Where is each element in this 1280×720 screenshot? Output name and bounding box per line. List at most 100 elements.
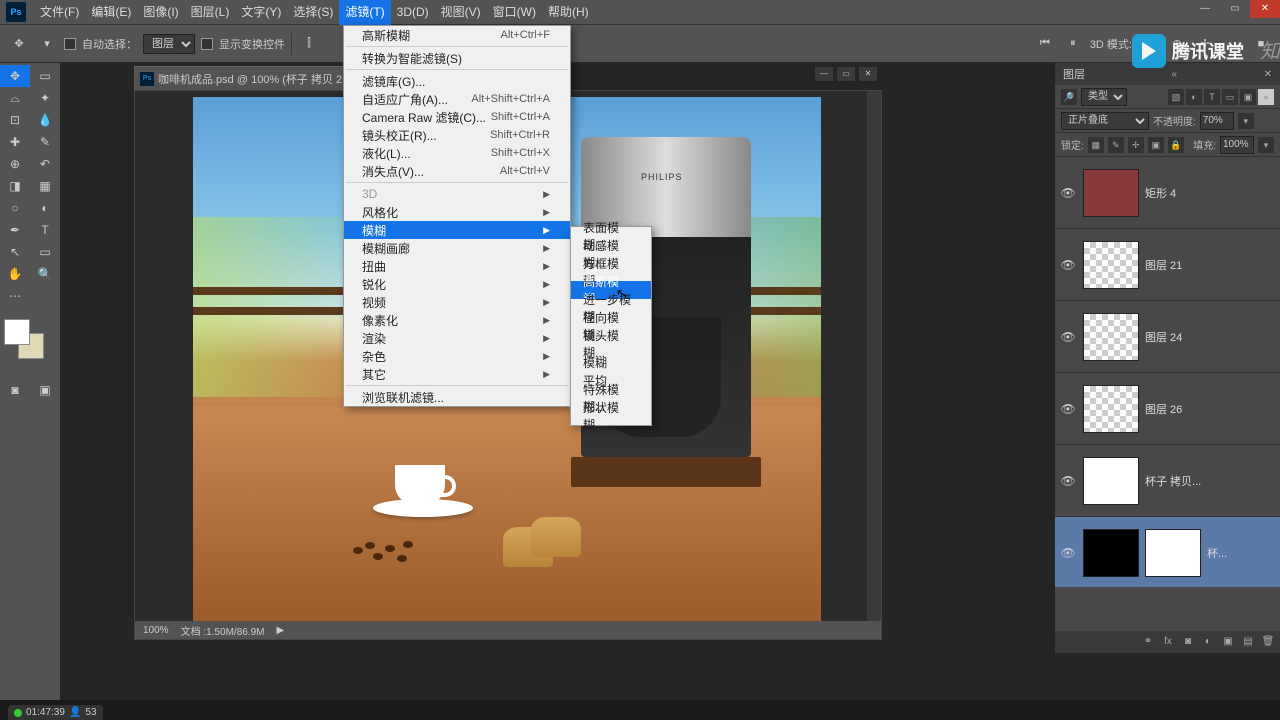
screen-tool[interactable]: ▣ bbox=[30, 379, 60, 401]
quickmask-tool[interactable]: ◙ bbox=[0, 379, 30, 401]
adjust-icon[interactable]: ◐ bbox=[1200, 634, 1216, 650]
menu-type[interactable]: 文字(Y) bbox=[235, 0, 287, 25]
hand-tool[interactable]: ✋ bbox=[0, 263, 30, 285]
group-icon[interactable]: ▣ bbox=[1220, 634, 1236, 650]
foreground-swatch[interactable] bbox=[4, 319, 30, 345]
layer-name[interactable]: 图层 24 bbox=[1145, 329, 1182, 345]
filter-cameraraw[interactable]: Camera Raw 滤镜(C)...Shift+Ctrl+A bbox=[344, 108, 570, 126]
move-tool[interactable]: ✥ bbox=[0, 65, 30, 87]
link-layers-icon[interactable]: ⚭ bbox=[1140, 634, 1156, 650]
brush-tool[interactable]: ✎ bbox=[30, 131, 60, 153]
stamp-tool[interactable]: ⊕ bbox=[0, 153, 30, 175]
marquee-tool[interactable]: ▭ bbox=[30, 65, 60, 87]
layer-thumb[interactable] bbox=[1083, 313, 1139, 361]
filter-liquify[interactable]: 液化(L)...Shift+Ctrl+X bbox=[344, 144, 570, 162]
menu-file[interactable]: 文件(F) bbox=[34, 0, 85, 25]
blend-mode-select[interactable]: 正片叠底 bbox=[1061, 112, 1149, 130]
ctrl-icon[interactable]: ⏮ bbox=[1034, 33, 1056, 55]
auto-select-target[interactable]: 图层 bbox=[143, 34, 195, 54]
mask-icon[interactable]: ◙ bbox=[1180, 634, 1196, 650]
panel-collapse-icon[interactable]: « bbox=[1172, 69, 1178, 80]
menu-3d[interactable]: 3D(D) bbox=[391, 0, 435, 25]
visibility-toggle[interactable]: 👁 bbox=[1059, 402, 1077, 416]
visibility-toggle[interactable]: 👁 bbox=[1059, 546, 1077, 560]
menu-filter[interactable]: 滤镜(T) bbox=[339, 0, 390, 25]
filter-smart-icon[interactable]: ▣ bbox=[1240, 89, 1256, 105]
filter-lens[interactable]: 镜头校正(R)...Shift+Ctrl+R bbox=[344, 126, 570, 144]
filter-noise[interactable]: 杂色▶ bbox=[344, 347, 570, 365]
new-layer-icon[interactable]: ▤ bbox=[1240, 634, 1256, 650]
filter-adaptive[interactable]: 自适应广角(A)...Alt+Shift+Ctrl+A bbox=[344, 90, 570, 108]
lasso-tool[interactable]: ⌓ bbox=[0, 87, 30, 109]
path-tool[interactable]: ↖ bbox=[0, 241, 30, 263]
menu-help[interactable]: 帮助(H) bbox=[542, 0, 595, 25]
menu-select[interactable]: 选择(S) bbox=[287, 0, 339, 25]
blur-lens[interactable]: 镜头模糊... bbox=[571, 335, 651, 353]
filter-shape-icon[interactable]: ▭ bbox=[1222, 89, 1238, 105]
show-transform-checkbox[interactable] bbox=[201, 38, 213, 50]
filter-sharpen[interactable]: 锐化▶ bbox=[344, 275, 570, 293]
filter-image-icon[interactable]: ▧ bbox=[1168, 89, 1184, 105]
menu-window[interactable]: 窗口(W) bbox=[487, 0, 542, 25]
layer-name[interactable]: 矩形 4 bbox=[1145, 185, 1176, 201]
doc-maximize[interactable]: ▭ bbox=[837, 67, 855, 81]
visibility-toggle[interactable]: 👁 bbox=[1059, 258, 1077, 272]
filter-distort[interactable]: 扭曲▶ bbox=[344, 257, 570, 275]
status-arrow-icon[interactable]: ▶ bbox=[277, 625, 285, 636]
fill-field[interactable] bbox=[1220, 136, 1254, 154]
eyedropper-tool[interactable]: 💧 bbox=[30, 109, 60, 131]
layer-name[interactable]: 图层 21 bbox=[1145, 257, 1182, 273]
more-tools[interactable]: ⋯ bbox=[0, 285, 30, 307]
filter-stylize[interactable]: 风格化▶ bbox=[344, 203, 570, 221]
fill-dropdown-icon[interactable]: ▾ bbox=[1258, 137, 1274, 153]
lock-artboard-icon[interactable]: ▣ bbox=[1148, 137, 1164, 153]
menu-edit[interactable]: 编辑(E) bbox=[85, 0, 137, 25]
filter-smart[interactable]: 转换为智能滤镜(S) bbox=[344, 49, 570, 67]
panel-close-icon[interactable]: ✕ bbox=[1264, 69, 1272, 80]
layer-row[interactable]: 👁 图层 21 bbox=[1055, 229, 1280, 301]
scrollbar-vertical[interactable] bbox=[867, 91, 881, 623]
layer-thumb[interactable] bbox=[1083, 457, 1139, 505]
filter-pixelate[interactable]: 像素化▶ bbox=[344, 311, 570, 329]
filter-3d[interactable]: 3D▶ bbox=[344, 185, 570, 203]
menu-image[interactable]: 图像(I) bbox=[137, 0, 184, 25]
visibility-toggle[interactable]: 👁 bbox=[1059, 330, 1077, 344]
document-tab[interactable]: Ps 咖啡机成品.psd @ 100% (杯子 拷贝 2, RGB/8) bbox=[134, 66, 352, 90]
maximize-button[interactable]: ▭ bbox=[1220, 0, 1250, 18]
gradient-tool[interactable]: ▦ bbox=[30, 175, 60, 197]
delete-layer-icon[interactable]: 🗑 bbox=[1260, 634, 1276, 650]
history-brush-tool[interactable]: ↶ bbox=[30, 153, 60, 175]
crop-tool[interactable]: ⊡ bbox=[0, 109, 30, 131]
zoom-tool[interactable]: 🔍 bbox=[30, 263, 60, 285]
layer-thumb[interactable] bbox=[1083, 529, 1139, 577]
align-left-icon[interactable]: ⫿ bbox=[298, 33, 320, 55]
lock-trans-icon[interactable]: ▦ bbox=[1088, 137, 1104, 153]
filter-render[interactable]: 渲染▶ bbox=[344, 329, 570, 347]
filter-toggle-icon[interactable]: ● bbox=[1258, 89, 1274, 105]
shape-tool[interactable]: ▭ bbox=[30, 241, 60, 263]
menu-view[interactable]: 视图(V) bbox=[435, 0, 487, 25]
filter-type-icon[interactable]: T bbox=[1204, 89, 1220, 105]
pen-tool[interactable]: ✒ bbox=[0, 219, 30, 241]
filter-type-select[interactable]: 类型 bbox=[1081, 88, 1127, 106]
eraser-tool[interactable]: ◨ bbox=[0, 175, 30, 197]
filter-gallery[interactable]: 滤镜库(G)... bbox=[344, 72, 570, 90]
lock-pos-icon[interactable]: ✢ bbox=[1128, 137, 1144, 153]
blur-tool[interactable]: ○ bbox=[0, 197, 30, 219]
layer-name[interactable]: 图层 26 bbox=[1145, 401, 1182, 417]
layer-row[interactable]: 👁杯... bbox=[1055, 517, 1280, 587]
filter-video[interactable]: 视频▶ bbox=[344, 293, 570, 311]
layer-thumb[interactable] bbox=[1083, 385, 1139, 433]
auto-select-checkbox[interactable] bbox=[64, 38, 76, 50]
taskbar-item[interactable]: 01:47:39 👤 53 bbox=[8, 705, 103, 720]
visibility-toggle[interactable]: 👁 bbox=[1059, 186, 1077, 200]
options-dropdown-icon[interactable]: ▾ bbox=[36, 33, 58, 55]
filter-blur[interactable]: 模糊▶ bbox=[344, 221, 570, 239]
wand-tool[interactable]: ✦ bbox=[30, 87, 60, 109]
layers-tab[interactable]: 图层 bbox=[1063, 66, 1085, 82]
layer-thumb[interactable] bbox=[1083, 241, 1139, 289]
layer-row[interactable]: 👁 图层 24 bbox=[1055, 301, 1280, 373]
search-icon[interactable]: 🔎 bbox=[1061, 89, 1077, 105]
minimize-button[interactable]: — bbox=[1190, 0, 1220, 18]
zoom-level[interactable]: 100% bbox=[143, 625, 169, 636]
